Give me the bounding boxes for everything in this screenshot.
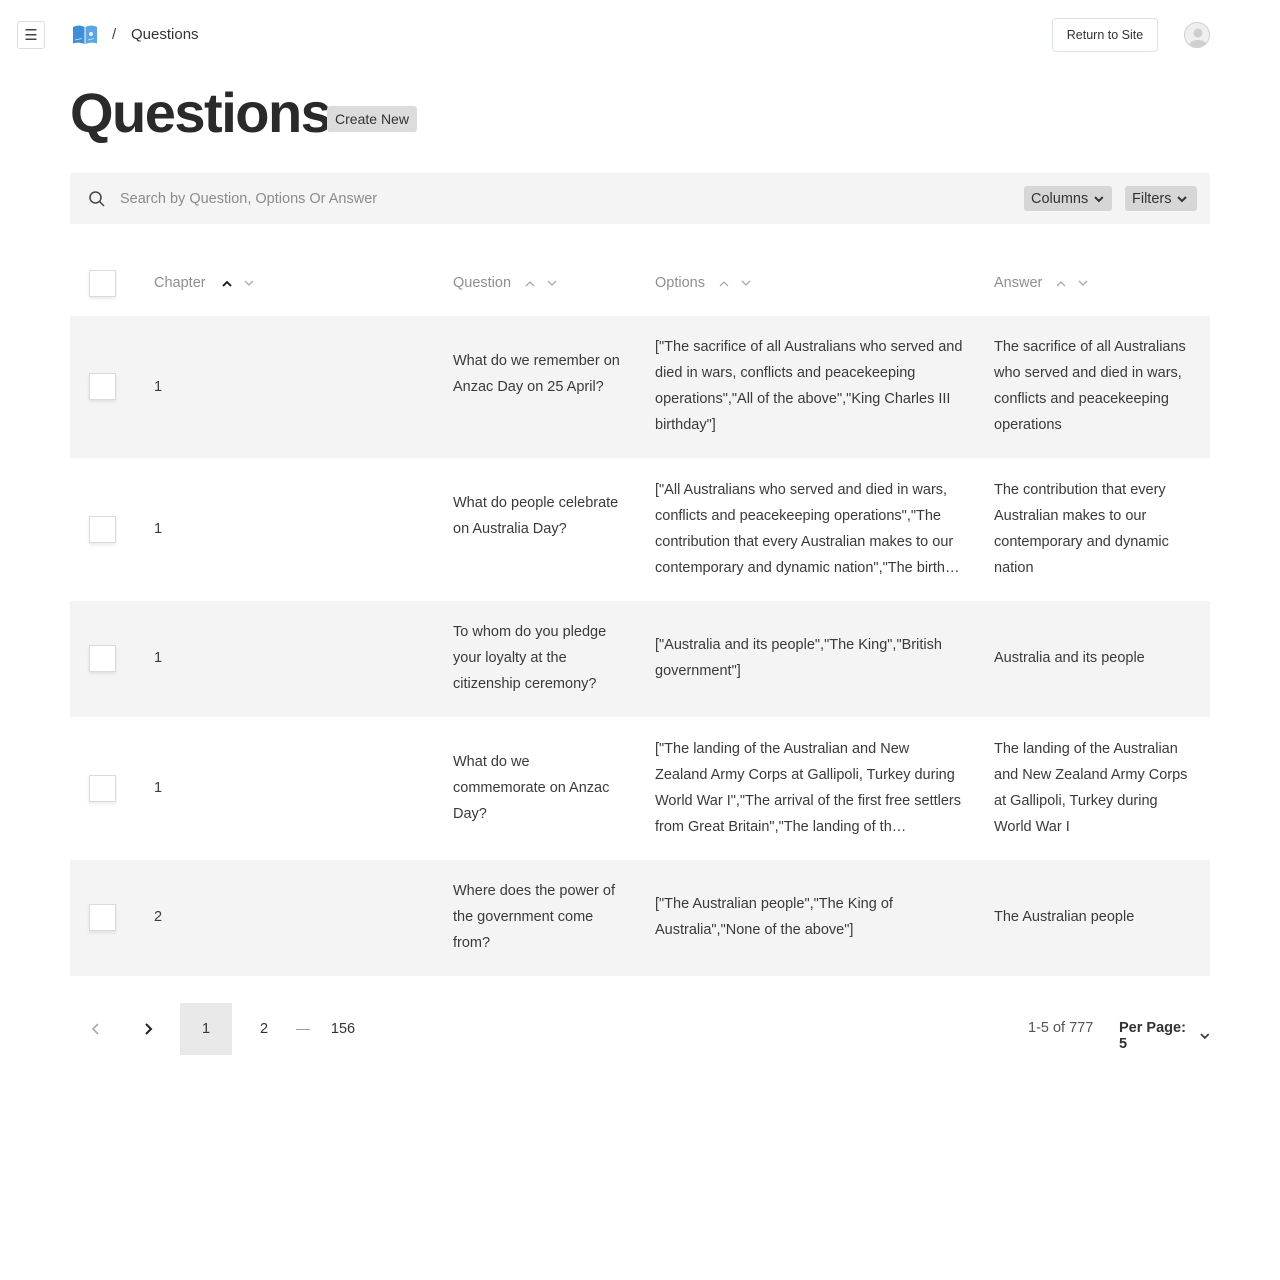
cell-chapter: 1 [154, 780, 163, 796]
search-input[interactable] [120, 186, 720, 212]
cell-question: To whom do you pledge your loyalty at th… [453, 624, 607, 692]
cell-chapter: 1 [154, 379, 163, 395]
column-label: Answer [994, 275, 1043, 291]
per-page-label: Per Page: 5 [1119, 1020, 1186, 1052]
chevron-down-icon [1200, 1033, 1210, 1040]
cell-question: What do people celebrate on Australia Da… [453, 495, 619, 537]
columns-dropdown[interactable]: Columns [1024, 186, 1112, 211]
chevron-right-icon[interactable] [140, 1021, 156, 1037]
cell-options: ["The landing of the Australian and New … [655, 741, 962, 835]
cell-question: What do we remember on Anzac Day on 25 A… [453, 353, 620, 395]
chevron-left-icon[interactable] [88, 1021, 104, 1037]
menu-button[interactable]: ☰ [17, 21, 45, 49]
select-all-checkbox[interactable] [89, 270, 116, 297]
page-title: Questions [70, 81, 332, 144]
table-row[interactable]: 1 To whom do you pledge your loyalty at … [70, 601, 1210, 717]
filters-dropdown[interactable]: Filters [1125, 186, 1197, 211]
breadcrumb-separator: / [112, 26, 117, 43]
chevron-down-icon [1094, 195, 1104, 202]
cell-options: ["All Australians who served and died in… [655, 482, 960, 576]
top-bar: ☰ / Questions Return to Site [0, 0, 1280, 70]
cell-options: ["Australia and its people","The King","… [655, 637, 942, 679]
sort-ascending-icon[interactable] [1056, 280, 1066, 287]
questions-table: Chapter Question Options Answer 1 What d… [70, 250, 1210, 976]
cell-chapter: 2 [154, 909, 163, 925]
row-checkbox[interactable] [89, 373, 116, 400]
sort-ascending-icon[interactable] [525, 280, 535, 287]
sort-descending-icon[interactable] [1078, 280, 1088, 287]
column-header-options[interactable]: Options [655, 275, 751, 291]
cell-answer: The landing of the Australian and New Ze… [994, 741, 1188, 835]
page-ellipsis: — [296, 1020, 310, 1036]
cell-answer: The sacrifice of all Australians who ser… [994, 339, 1186, 433]
row-checkbox[interactable] [89, 775, 116, 802]
row-checkbox[interactable] [89, 904, 116, 931]
column-header-chapter[interactable]: Chapter [154, 275, 254, 291]
column-label: Chapter [154, 275, 206, 291]
cell-question: Where does the power of the government c… [453, 883, 616, 951]
cell-question: What do we commemorate on Anzac Day? [453, 754, 610, 822]
cell-options: ["The sacrifice of all Australians who s… [655, 339, 963, 433]
sort-ascending-icon[interactable] [719, 280, 729, 287]
table-row[interactable]: 1 What do we remember on Anzac Day on 25… [70, 316, 1210, 458]
chevron-down-icon [1177, 195, 1188, 202]
breadcrumb-current: Questions [131, 26, 199, 43]
hamburger-icon: ☰ [24, 27, 38, 44]
result-count: 1-5 of 777 [1028, 1020, 1094, 1036]
sort-descending-icon[interactable] [547, 280, 557, 287]
sort-descending-icon[interactable] [741, 280, 751, 287]
per-page-dropdown[interactable]: Per Page: 5 [1119, 1020, 1210, 1052]
row-checkbox[interactable] [89, 516, 116, 543]
column-header-answer[interactable]: Answer [994, 275, 1088, 291]
open-book-icon[interactable] [72, 24, 98, 46]
table-row[interactable]: 2 Where does the power of the government… [70, 860, 1210, 976]
search-toolbar: Columns Filters [70, 173, 1210, 224]
column-label: Question [453, 275, 512, 291]
sort-ascending-icon[interactable] [221, 280, 232, 287]
sort-descending-icon[interactable] [244, 280, 254, 287]
page-button-last[interactable]: 156 [317, 1003, 369, 1055]
table-header: Chapter Question Options Answer [70, 250, 1210, 316]
return-to-site-button[interactable]: Return to Site [1052, 18, 1158, 52]
filters-label: Filters [1132, 190, 1172, 207]
cell-chapter: 1 [154, 521, 163, 537]
column-header-question[interactable]: Question [453, 275, 557, 291]
table-row[interactable]: 1 What do we commemorate on Anzac Day? [… [70, 717, 1210, 860]
cell-answer: Australia and its people [994, 650, 1145, 666]
search-icon [89, 191, 105, 207]
page-button-current[interactable]: 1 [180, 1003, 232, 1055]
cell-answer: The Australian people [994, 909, 1135, 925]
column-label: Options [655, 275, 705, 291]
table-row[interactable]: 1 What do people celebrate on Australia … [70, 458, 1210, 601]
pagination: 1 2 — 156 1-5 of 777 Per Page: 5 [70, 1003, 1210, 1055]
columns-label: Columns [1031, 190, 1089, 207]
cell-options: ["The Australian people","The King of Au… [655, 896, 893, 938]
cell-chapter: 1 [154, 650, 163, 666]
create-new-button[interactable]: Create New [327, 106, 417, 132]
row-checkbox[interactable] [89, 645, 116, 672]
cell-answer: The contribution that every Australian m… [994, 482, 1169, 576]
user-avatar-icon[interactable] [1184, 22, 1210, 48]
page-button[interactable]: 2 [238, 1003, 290, 1055]
